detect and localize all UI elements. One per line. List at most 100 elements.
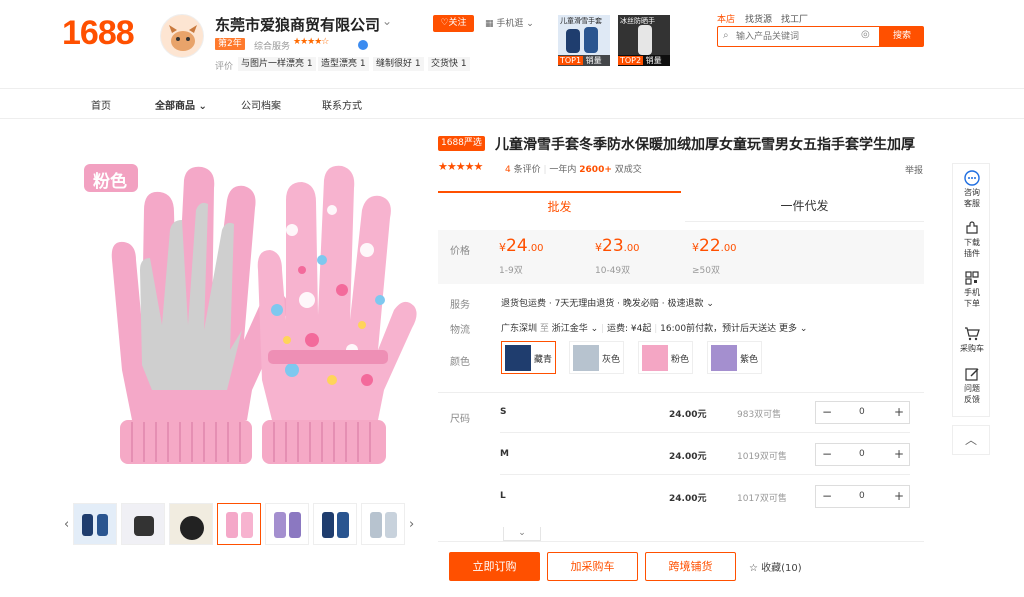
thumbnail[interactable] xyxy=(265,503,309,545)
thumbnail[interactable] xyxy=(361,503,405,545)
price-label: 价格 xyxy=(450,246,470,257)
quantity-stepper[interactable]: −0 + xyxy=(815,485,910,508)
rail-mobile-order[interactable]: 手机下单 xyxy=(953,270,991,309)
shop-name[interactable]: 东莞市爱狼商贸有限公司 xyxy=(215,14,380,35)
favorite-button[interactable]: ☆ 收藏(10) xyxy=(749,559,802,574)
thumbnail-selected[interactable] xyxy=(217,503,261,545)
review-tag: 造型漂亮 1 xyxy=(318,57,369,71)
rail-customer-service[interactable]: 咨询客服 xyxy=(953,170,991,209)
minus-icon[interactable]: − xyxy=(822,447,832,461)
qrcode-icon: ▦ xyxy=(485,19,497,29)
logistics-label: 物流 xyxy=(450,325,470,336)
right-rail: 咨询客服 下载插件 手机下单 采购车 问题反馈 xyxy=(952,163,990,417)
price-range-1: 1-9双 xyxy=(499,266,523,276)
strict-selection-badge: 1688严选 xyxy=(438,136,485,151)
nav-company-profile[interactable]: 公司档案 xyxy=(241,97,281,112)
thumbnail[interactable] xyxy=(313,503,357,545)
heart-icon: ♡ xyxy=(440,18,449,28)
follow-button[interactable]: ♡关注 xyxy=(433,15,474,32)
review-tag: 缝制很好 1 xyxy=(373,57,424,71)
rail-feedback[interactable]: 问题反馈 xyxy=(953,366,991,405)
minus-icon[interactable]: − xyxy=(822,489,832,503)
star-outline-icon: ☆ xyxy=(749,563,762,574)
product-main-image[interactable]: 粉色 xyxy=(62,150,420,470)
search-input[interactable] xyxy=(736,29,856,44)
back-to-top-chevron-up-icon[interactable]: ︿ xyxy=(952,425,990,455)
expand-sizes-chevron-icon[interactable]: ⌄ xyxy=(503,527,541,541)
quantity-stepper[interactable]: −0 + xyxy=(815,401,910,424)
plus-icon[interactable]: + xyxy=(894,489,904,503)
color-option-navy[interactable]: 藏青 xyxy=(501,341,556,374)
review-tag: 交货快 1 xyxy=(428,57,470,71)
search-tab-source[interactable]: 找货源 xyxy=(745,12,772,25)
report-link[interactable]: 举报 xyxy=(905,163,923,176)
shop-nav xyxy=(0,88,1024,119)
info-icon[interactable] xyxy=(358,40,368,50)
review-tag: 与图片一样漂亮 1 xyxy=(238,57,316,71)
shop-avatar[interactable] xyxy=(160,14,204,58)
color-option-gray[interactable]: 灰色 xyxy=(569,341,624,374)
nav-home[interactable]: 首页 xyxy=(91,97,111,112)
price-range-3: ≥50双 xyxy=(692,266,720,276)
years-badge: 第2年 xyxy=(215,38,245,50)
cart-icon xyxy=(965,327,980,341)
rail-cart[interactable]: 采购车 xyxy=(953,326,991,354)
size-row-m: M 24.00元 1019双可售 −0 + xyxy=(500,435,910,475)
chevron-left-icon[interactable]: ‹ xyxy=(64,517,69,532)
chevron-down-icon: ⌄ xyxy=(198,101,207,112)
chevron-down-icon: ⌄ xyxy=(706,299,714,309)
camera-icon[interactable]: ◎ xyxy=(861,29,870,40)
size-row-s: S 24.00元 983双可售 −0 + xyxy=(500,393,910,433)
edit-icon xyxy=(965,368,979,381)
tab-wholesale[interactable]: 批发 xyxy=(438,191,681,222)
product-title: 儿童滑雪手套冬季防水保暖加绒加厚女童玩雪男女五指手套学生加厚 xyxy=(495,137,915,153)
rating-label: 综合服务 xyxy=(254,42,291,52)
service-label: 服务 xyxy=(450,300,470,311)
review-stars: ★★★★★ xyxy=(438,160,483,173)
minus-icon[interactable]: − xyxy=(822,405,832,419)
search-icon: ⌕ xyxy=(723,30,729,41)
color-tag-label: 粉色 xyxy=(93,172,127,192)
tab-dropship[interactable]: 一件代发 xyxy=(685,191,924,222)
thumbnail[interactable] xyxy=(169,503,213,545)
thumbnail[interactable] xyxy=(73,503,117,545)
price-tier-3: ¥22.00 xyxy=(692,236,737,256)
service-text[interactable]: 退货包运费 · 7天无理由退货 · 晚发必赔 · 极速退款 ⌄ xyxy=(501,296,714,309)
plus-icon[interactable]: + xyxy=(894,405,904,419)
add-to-cart-button[interactable]: 加采购车 xyxy=(547,552,638,581)
color-option-purple[interactable]: 紫色 xyxy=(707,341,762,374)
cross-border-button[interactable]: 跨境铺货 xyxy=(645,552,736,581)
price-tier-2: ¥23.00 xyxy=(595,236,640,256)
top-sales-ad-2[interactable]: 冰丝防晒手 TOP2 销量 xyxy=(618,15,670,66)
buy-now-button[interactable]: 立即订购 xyxy=(449,552,540,581)
size-row-l: L 24.00元 1017双可售 −0 + xyxy=(500,477,910,517)
quantity-stepper[interactable]: −0 + xyxy=(815,443,910,466)
thumbnail[interactable] xyxy=(121,503,165,545)
chat-icon xyxy=(964,170,980,186)
search-tab-factory[interactable]: 找工厂 xyxy=(781,12,808,25)
top-sales-ad-1[interactable]: 儿童滑雪手套 TOP1 销量 xyxy=(558,15,610,66)
search-button[interactable]: 搜索 xyxy=(880,26,924,47)
plus-icon[interactable]: + xyxy=(894,447,904,461)
chevron-right-icon[interactable]: › xyxy=(409,517,414,532)
color-option-pink[interactable]: 粉色 xyxy=(638,341,693,374)
search-box[interactable]: ⌕ ◎ xyxy=(717,26,880,47)
price-tier-1: ¥24.00 xyxy=(499,236,544,256)
color-label: 颜色 xyxy=(450,357,470,368)
qrcode-icon xyxy=(965,271,979,285)
site-logo[interactable]: 1688 xyxy=(62,14,135,53)
search-tab-store[interactable]: 本店 xyxy=(717,12,735,25)
nav-all-products[interactable]: 全部商品 ⌄ xyxy=(155,97,207,112)
rail-download-plugin[interactable]: 下载插件 xyxy=(953,220,991,259)
chevron-down-icon[interactable]: ⌄ xyxy=(382,14,392,28)
logistics-text[interactable]: 广东深圳 至 浙江金华 ⌄ | 运费: ¥4起 | 16:00前付款，预计后天送… xyxy=(501,321,807,334)
mobile-browse-link[interactable]: ▦ 手机逛 ⌄ xyxy=(485,16,534,29)
size-label: 尺码 xyxy=(450,414,470,425)
review-label: 评价 xyxy=(215,62,234,72)
puzzle-icon xyxy=(966,221,978,234)
price-range-2: 10-49双 xyxy=(595,266,631,276)
nav-contact[interactable]: 联系方式 xyxy=(322,97,362,112)
review-summary[interactable]: 4 条评价 | 一年内 2600+ 双成交 xyxy=(505,162,642,175)
rating-stars: ★★★★☆ xyxy=(293,37,329,47)
divider xyxy=(438,541,924,542)
